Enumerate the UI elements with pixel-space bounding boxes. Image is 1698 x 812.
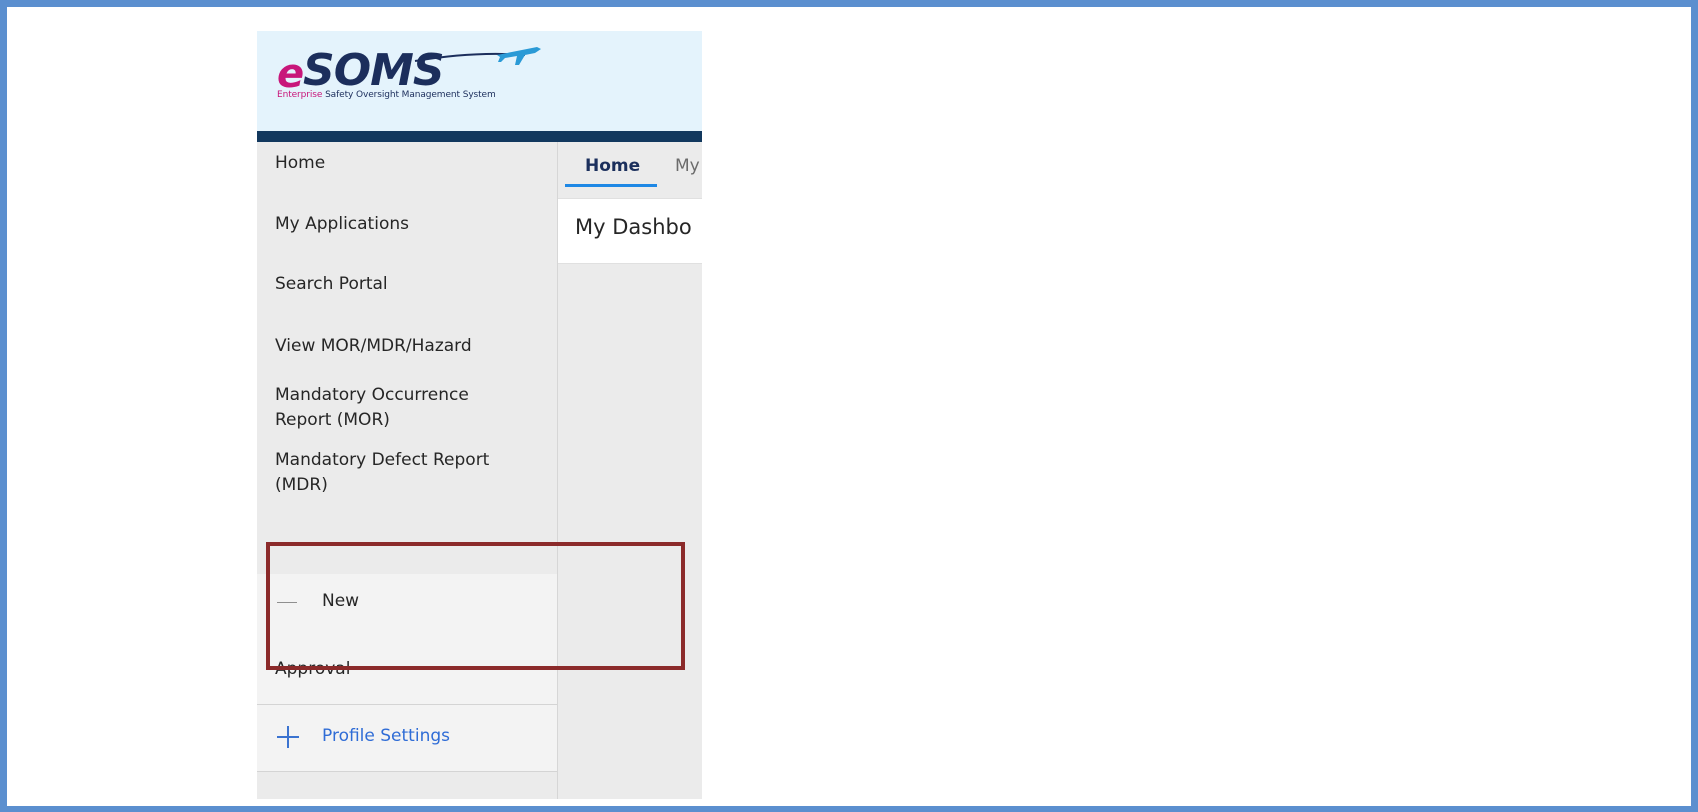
page-title: My Dashbo bbox=[575, 215, 692, 239]
logo-tagline: Enterprise Safety Oversight Management S… bbox=[277, 90, 496, 100]
sidebar-item-label: Report (MOR) bbox=[275, 410, 390, 430]
sidebar-item-label: Mandatory Defect Report bbox=[275, 450, 490, 470]
app-header: e SOMS Enterprise Safety Oversight Manag… bbox=[257, 31, 702, 142]
tab-bar: Home My bbox=[558, 142, 702, 198]
sidebar-item-search-portal[interactable]: Search Portal bbox=[275, 272, 388, 297]
sidebar-nav: Home My Applications Search Portal View … bbox=[257, 142, 558, 799]
airplane-icon bbox=[497, 47, 541, 65]
sidebar-item-mdr[interactable]: Mandatory Defect Report (MDR) bbox=[275, 448, 489, 498]
main-content: Home My My Dashbo bbox=[558, 142, 702, 799]
sidebar-item-home[interactable]: Home bbox=[275, 151, 325, 176]
sidebar-item-label: (MDR) bbox=[275, 475, 328, 495]
svg-text:e: e bbox=[277, 51, 304, 93]
dashboard-header: My Dashbo bbox=[558, 198, 702, 264]
svg-text:SOMS: SOMS bbox=[303, 45, 444, 93]
screenshot-frame bbox=[0, 0, 1698, 812]
sidebar-item-mor[interactable]: Mandatory Occurrence Report (MOR) bbox=[275, 383, 469, 433]
esoms-app: e SOMS Enterprise Safety Oversight Manag… bbox=[257, 31, 702, 799]
tab-home[interactable]: Home bbox=[585, 154, 640, 178]
highlight-annotation-box bbox=[266, 542, 685, 670]
sidebar-item-label: Mandatory Occurrence bbox=[275, 385, 469, 405]
header-divider-bar bbox=[257, 131, 702, 142]
sidebar-item-my-applications[interactable]: My Applications bbox=[275, 212, 409, 237]
plus-icon[interactable] bbox=[277, 726, 299, 748]
active-tab-indicator bbox=[565, 184, 657, 187]
tab-my[interactable]: My bbox=[675, 154, 700, 178]
sidebar-item-view-mor-mdr-hazard[interactable]: View MOR/MDR/Hazard bbox=[275, 334, 472, 359]
logo-wordmark: e SOMS bbox=[277, 45, 541, 97]
esoms-logo[interactable]: e SOMS bbox=[275, 41, 545, 97]
sidebar-item-profile-settings[interactable]: Profile Settings bbox=[322, 724, 450, 749]
